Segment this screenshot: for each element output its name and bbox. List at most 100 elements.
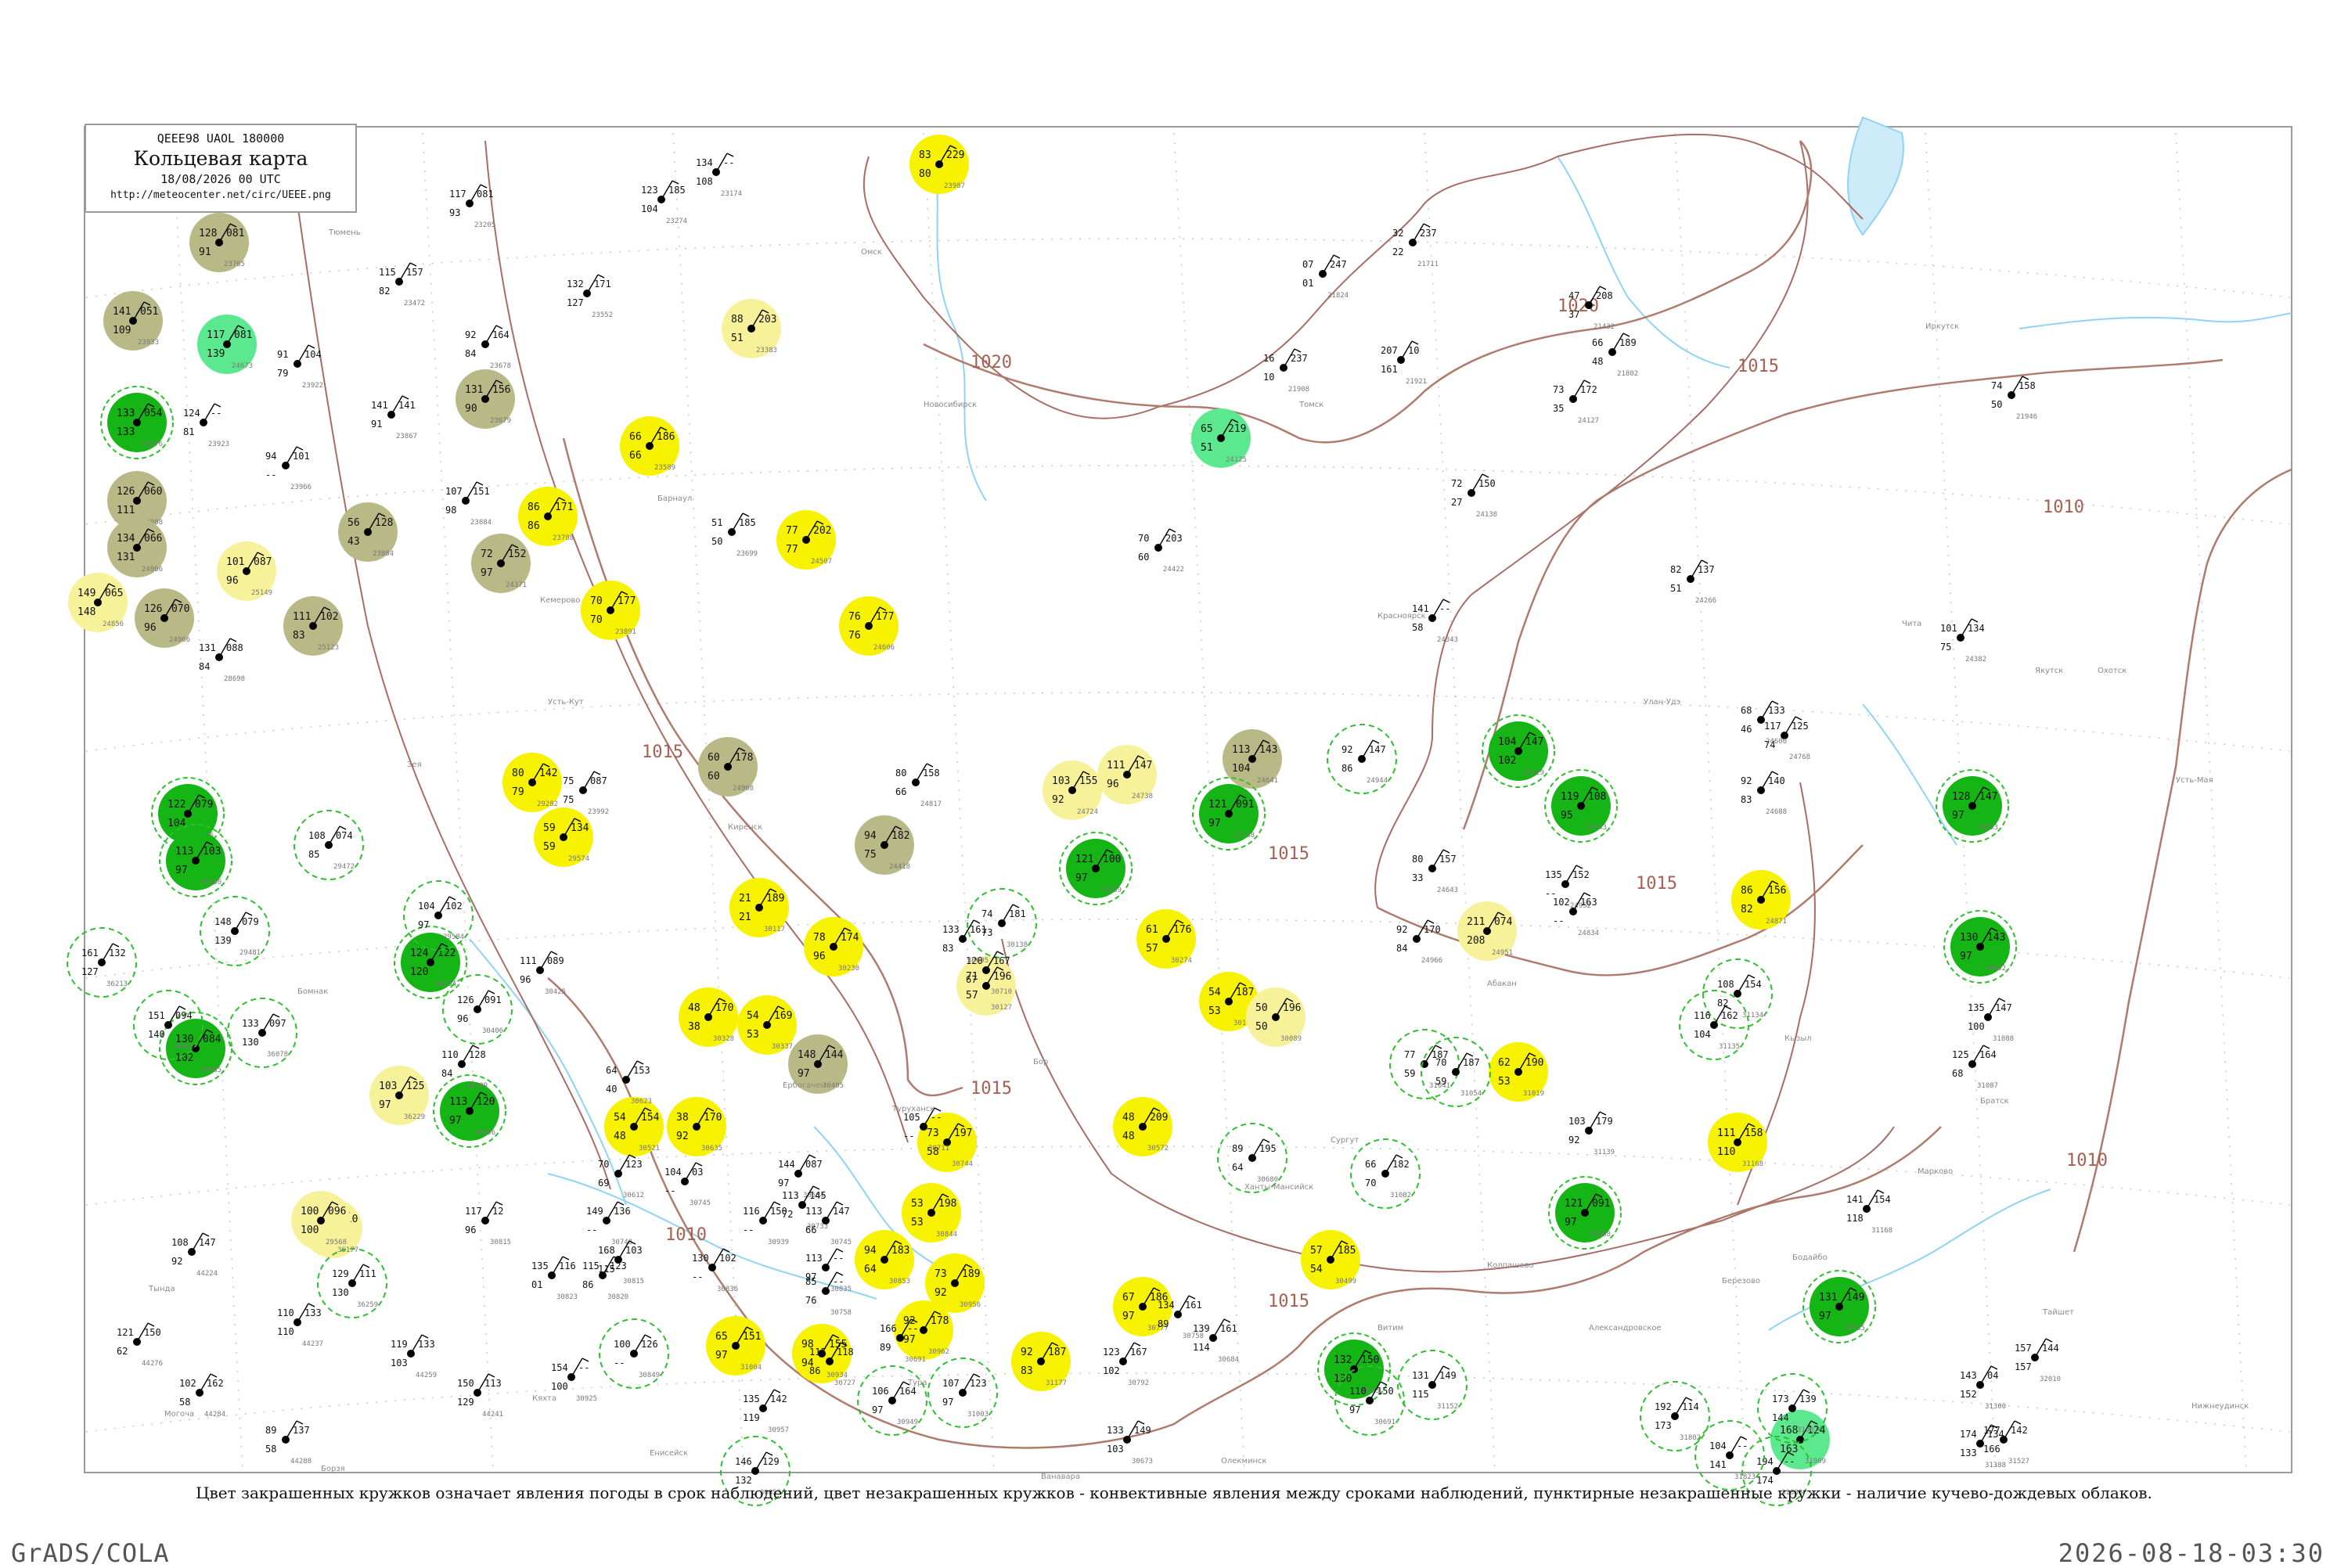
station-colored[interactable]: 54 154 48 30521: [604, 1097, 664, 1156]
station-plain[interactable]: 143 04 152 31300: [1960, 1365, 2006, 1411]
station-plain[interactable]: 150 113 129 44241: [457, 1373, 503, 1419]
station-plain[interactable]: 131 088 84 28698: [199, 638, 245, 683]
station-plain[interactable]: 16 237 10 21908: [1263, 348, 1309, 394]
station-colored[interactable]: 103 155 92 24724: [1043, 761, 1102, 820]
station-plain[interactable]: 07 247 01 21824: [1302, 254, 1349, 300]
station-colored[interactable]: 113 143 104 24641: [1223, 729, 1282, 789]
station-plain[interactable]: 117 081 93 23205: [449, 184, 495, 229]
station-cb-ring[interactable]: 116 162 104 31135: [1679, 990, 1749, 1060]
station-cb-ring[interactable]: 107 123 97 31003: [927, 1358, 998, 1428]
station-plain[interactable]: 154 -- 100 30925: [551, 1358, 597, 1403]
station-colored[interactable]: 94 182 75 24418: [855, 815, 914, 875]
station-plain[interactable]: 135 142 119 30957: [743, 1389, 789, 1434]
station-plain[interactable]: 92 140 83 24688: [1741, 771, 1787, 816]
station-colored[interactable]: 117 081 139 24673: [197, 315, 257, 374]
station-cb-ring[interactable]: 66 182 70 31082: [1350, 1138, 1421, 1209]
station-plain[interactable]: 134 -- 108 23174: [696, 153, 742, 198]
station-colored[interactable]: 92 187 83 31177: [1011, 1332, 1071, 1391]
station-cb-ring[interactable]: 70 187 59 31054: [1421, 1037, 1491, 1107]
legend-url[interactable]: http://meteocenter.net/circ/UEEE.png: [86, 189, 355, 201]
station-colored[interactable]: 60 178 60 24908: [698, 737, 758, 797]
station-colored[interactable]: 149 065 148 24856: [68, 573, 128, 632]
station-plain[interactable]: 177 14216631527: [1983, 1420, 2029, 1466]
station-plain[interactable]: 107 151 98 23884: [445, 481, 492, 527]
station-plain[interactable]: 82 137 51 24266: [1670, 559, 1716, 605]
station-colored[interactable]: 78 174 96 30230: [804, 917, 863, 976]
station-colored[interactable]: 76 177 76 24606: [839, 596, 899, 656]
station-cb-ring[interactable]: 100 126 -- 30849: [599, 1318, 669, 1389]
station-colored[interactable]: 101 087 96 25149: [217, 541, 276, 601]
station-colored[interactable]: 59 134 59 29574: [534, 807, 593, 867]
station-colored[interactable]: 56 128 43 23884: [338, 502, 398, 562]
station-colored[interactable]: 94 183 64 30853: [855, 1230, 914, 1289]
station-plain[interactable]: 102 163 -- 24834: [1553, 892, 1599, 937]
station-plain[interactable]: 130 102 -- 30836: [692, 1248, 738, 1293]
station-colored[interactable]: 53 198 53 30844: [902, 1183, 961, 1243]
station-cb-ring[interactable]: 129 111 130 36259: [317, 1248, 387, 1318]
station-plain[interactable]: 157 144 157 32010: [2015, 1338, 2061, 1383]
station-plain[interactable]: 124 -- 81 23923: [183, 403, 229, 448]
station-colored[interactable]: 88 203 51 23383: [722, 299, 781, 358]
station-colored[interactable]: 38 170 92 30635: [667, 1097, 726, 1156]
station-colored[interactable]: 72 152 97 24371: [471, 534, 531, 593]
station-colored[interactable]: 133 054 133 23876: [100, 386, 174, 459]
station-plain[interactable]: 119 133 103 44259: [391, 1334, 437, 1379]
station-colored[interactable]: 111 158 110 31168: [1708, 1113, 1767, 1172]
station-colored[interactable]: 211 074 208 24951: [1457, 901, 1517, 961]
station-plain[interactable]: 92 164 84 23678: [465, 325, 511, 370]
station-plain[interactable]: 123 185 104 23274: [641, 180, 687, 225]
station-plain[interactable]: 72 150 27 24138: [1451, 473, 1497, 519]
station-colored[interactable]: 61 176 57 30274: [1136, 909, 1196, 969]
station-colored[interactable]: 126 070 96 24966: [135, 588, 194, 648]
station-cb-ring[interactable]: 92 147 86 24944: [1327, 724, 1397, 794]
station-colored[interactable]: 921789730962: [894, 1300, 953, 1360]
station-colored[interactable]: 77 202 77 24507: [776, 510, 836, 570]
station-plain[interactable]: 91 104 79 23922: [277, 344, 323, 390]
station-cb-ring[interactable]: 104 -- 141 31823: [1694, 1420, 1765, 1491]
station-plain[interactable]: 139 161 114 30684: [1193, 1318, 1239, 1364]
station-colored[interactable]: 57 185 54 30499: [1301, 1230, 1360, 1289]
station-plain[interactable]: 135 116 01 30823: [531, 1256, 578, 1301]
station-colored[interactable]: 131 156 90 23679: [456, 369, 515, 429]
station-colored[interactable]: 121 100 97 24959: [1059, 832, 1133, 905]
station-cb-ring[interactable]: 74 1817330138: [967, 888, 1037, 958]
station-cb-ring[interactable]: 126 091 96 30406: [442, 974, 513, 1045]
station-colored[interactable]: 141 051 109 23933: [103, 291, 163, 351]
station-colored[interactable]: 111 147 96 24738: [1097, 745, 1157, 804]
station-colored[interactable]: 86 156 82 24871: [1731, 870, 1791, 930]
station-plain[interactable]: 101 134 75 24382: [1940, 618, 1986, 664]
station-plain[interactable]: 89 137 58 44288: [265, 1420, 312, 1466]
station-plain[interactable]: 73 172 35 24127: [1553, 379, 1599, 425]
station-plain[interactable]: 132 171 127 23552: [567, 274, 613, 319]
station-cb-ring[interactable]: 131 149 115 31152: [1397, 1350, 1468, 1420]
station-cb-ring[interactable]: 133 097 130 36078: [227, 998, 297, 1068]
station-plain[interactable]: 149 136--30748: [586, 1201, 632, 1246]
station-colored[interactable]: 100 096 100 29568: [291, 1191, 351, 1250]
station-plain[interactable]: 70 203 60 24422: [1138, 528, 1184, 574]
station-cb-ring[interactable]: 108 074 85 29472: [294, 810, 364, 880]
station-plain[interactable]: 133 149 103 30673: [1107, 1420, 1153, 1466]
station-plain[interactable]: 117 12 96 30815: [465, 1201, 511, 1246]
station-colored[interactable]: 119 108 95 24343: [1544, 769, 1618, 843]
station-plain[interactable]: 207 10 161 21921: [1381, 340, 1427, 386]
station-colored[interactable]: 50 196 50 30089: [1246, 987, 1305, 1047]
station-colored[interactable]: 54 169 53 30337: [737, 995, 797, 1055]
station-cb-ring[interactable]: 161 132 127 36213: [67, 927, 137, 998]
station-plain[interactable]: 51 185 50 23699: [711, 512, 758, 558]
station-plain[interactable]: 94 101 -- 23966: [265, 446, 312, 491]
station-colored[interactable]: 66 186 66 23589: [620, 416, 679, 476]
station-plain[interactable]: 103 179 92 31139: [1568, 1111, 1615, 1156]
station-colored[interactable]: 128 081 91 23765: [189, 213, 249, 272]
station-colored[interactable]: 121 091 97 24908: [1548, 1176, 1622, 1250]
station-colored[interactable]: 62 190 53 31019: [1489, 1042, 1548, 1102]
station-plain[interactable]: 116 150 -- 30939: [743, 1201, 789, 1246]
station-colored[interactable]: 21 189 21 30117: [729, 878, 789, 937]
station-plain[interactable]: 80 157 33 24643: [1412, 849, 1458, 894]
station-colored[interactable]: 130 143 97 24802: [1943, 910, 2017, 984]
station-colored[interactable]: 48 209 48 30572: [1113, 1097, 1172, 1156]
station-colored[interactable]: 65 151 97 31004: [706, 1316, 765, 1376]
station-colored[interactable]: 65 219 51 24125: [1191, 408, 1251, 468]
station-plain[interactable]: 141 141 91 23867: [371, 395, 417, 441]
station-plain[interactable]: 110 133 110 44237: [277, 1303, 323, 1348]
station-cb-ring[interactable]: 77 1875931041: [1389, 1029, 1460, 1099]
